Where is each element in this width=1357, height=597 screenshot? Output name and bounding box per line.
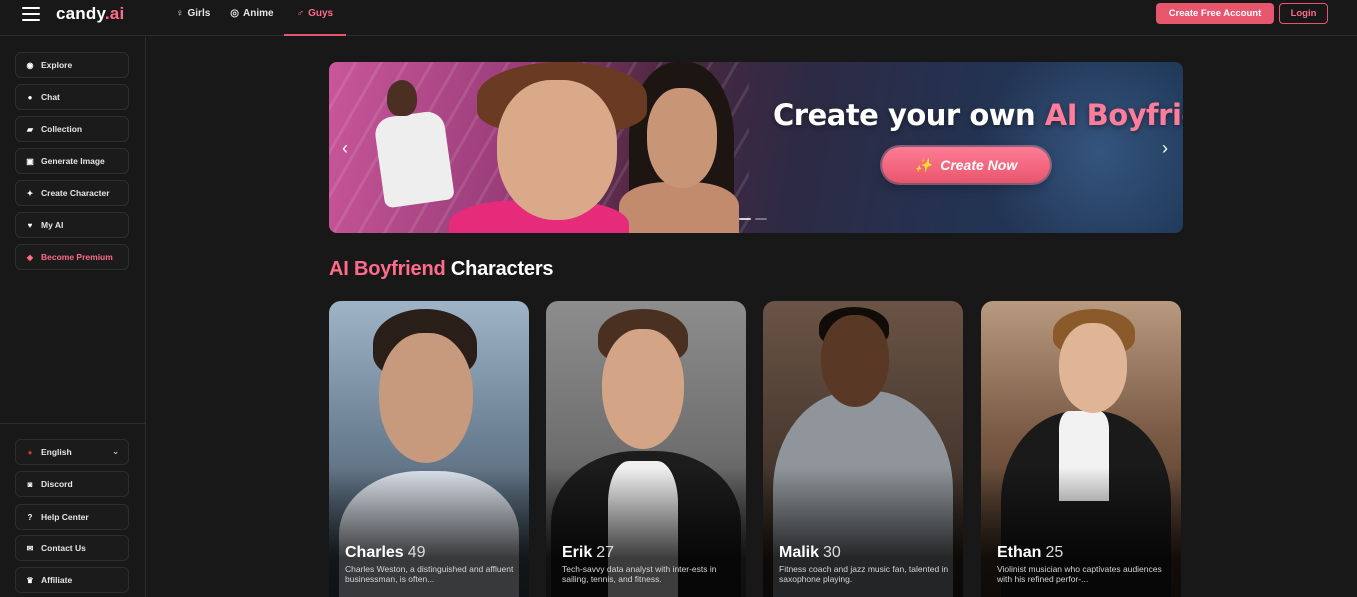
- sidebar-item-create-character[interactable]: ✦ Create Character: [15, 180, 129, 206]
- male-icon: ♂: [296, 8, 305, 19]
- card-model-face: [602, 329, 684, 449]
- language-select[interactable]: ● English ⌄: [15, 439, 129, 465]
- diamond-icon: ◆: [26, 252, 34, 262]
- sidebar-item-generate-image[interactable]: ▣ Generate Image: [15, 148, 129, 174]
- character-card-malik[interactable]: Malik 30 Fitness coach and jazz music fan…: [763, 301, 963, 597]
- tab-girls[interactable]: ♀ Girls: [166, 0, 220, 36]
- image-icon: ▣: [26, 156, 34, 166]
- sidebar-item-become-premium[interactable]: ◆ Become Premium: [15, 244, 129, 270]
- sidebar-item-discord[interactable]: ◙ Discord: [15, 471, 129, 497]
- login-button[interactable]: Login: [1279, 3, 1328, 24]
- menu-icon[interactable]: [22, 7, 40, 21]
- sidebar-divider: [0, 423, 146, 424]
- discord-icon: ◙: [27, 479, 33, 489]
- character-card-ethan[interactable]: Ethan 25 Violinist musician who captivate…: [981, 301, 1181, 597]
- anime-icon: ◎: [230, 8, 240, 19]
- contact-icon: ✉: [26, 543, 34, 553]
- logo[interactable]: candy.ai: [56, 4, 124, 24]
- create-now-button[interactable]: ✨ Create Now: [882, 147, 1050, 183]
- sidebar-item-affiliate[interactable]: ♛ Affiliate: [15, 567, 129, 593]
- banner-title: Create your own AI Boyfriend: [773, 98, 1183, 132]
- carousel-dot[interactable]: [739, 218, 751, 220]
- banner-model-head: [387, 80, 417, 116]
- flag-icon: ●: [27, 447, 33, 457]
- card-description: Charles Weston, a distinguished and affl…: [345, 564, 514, 584]
- carousel-dot[interactable]: [755, 218, 767, 220]
- create-free-account-button[interactable]: Create Free Account: [1156, 3, 1274, 24]
- sidebar-item-explore[interactable]: ◉ Explore: [15, 52, 129, 78]
- wand-icon: ✦: [26, 188, 34, 198]
- character-card-charles[interactable]: Charles 49 Charles Weston, a distinguishe…: [329, 301, 529, 597]
- chevron-down-icon: ⌄: [112, 447, 119, 456]
- carousel-next-arrow[interactable]: ›: [1157, 138, 1173, 158]
- card-model-face: [821, 315, 889, 407]
- trophy-icon: ♛: [26, 575, 34, 585]
- banner-model-face: [497, 80, 617, 220]
- banner-model-body: [619, 182, 739, 233]
- carousel-prev-arrow[interactable]: ‹: [337, 138, 353, 158]
- tab-anime[interactable]: ◎ Anime: [220, 0, 283, 36]
- card-description: Tech-savvy data analyst with inter-ests …: [562, 564, 717, 584]
- help-icon: ?: [27, 512, 33, 522]
- sidebar-item-collection[interactable]: ▰ Collection: [15, 116, 129, 142]
- card-name: Malik 30: [779, 544, 841, 561]
- tab-guys[interactable]: ♂ Guys: [283, 0, 347, 36]
- magic-wand-icon: ✨: [914, 156, 933, 173]
- sidebar-item-chat[interactable]: ● Chat: [15, 84, 129, 110]
- card-description: Fitness coach and jazz music fan, talent…: [779, 564, 949, 584]
- card-model-face: [1059, 323, 1127, 413]
- card-model-face: [379, 333, 473, 463]
- chat-icon: ●: [27, 92, 33, 102]
- top-bar: candy.ai ♀ Girls ◎ Anime ♂ Guys Create Free…: [0, 0, 1357, 36]
- card-name: Erik 27: [562, 544, 615, 561]
- character-card-erik[interactable]: Erik 27 Tech-savvy data analyst with inte…: [546, 301, 746, 597]
- female-icon: ♀: [176, 8, 184, 19]
- banner-model-body: [373, 109, 455, 209]
- card-description: Violinist musician who captivates audien…: [997, 564, 1162, 584]
- card-name: Ethan 25: [997, 544, 1064, 561]
- hero-banner[interactable]: Create your own AI Boyfriend ✨Create Now…: [329, 62, 1183, 233]
- sidebar: ◉ Explore ● Chat ▰ Collection ▣ Generate Ima…: [0, 37, 146, 597]
- card-name: Charles 49: [345, 544, 426, 561]
- heart-icon: ♥: [27, 220, 33, 230]
- banner-model-face: [647, 88, 717, 188]
- section-title: AI Boyfriend Characters: [329, 258, 554, 280]
- top-nav: ♀ Girls ◎ Anime ♂ Guys: [166, 0, 347, 36]
- compass-icon: ◉: [26, 60, 34, 70]
- sidebar-item-contact-us[interactable]: ✉ Contact Us: [15, 535, 129, 561]
- carousel-dots: [739, 218, 767, 220]
- sidebar-item-help-center[interactable]: ? Help Center: [15, 504, 129, 530]
- collection-icon: ▰: [26, 124, 34, 134]
- sidebar-item-my-ai[interactable]: ♥ My AI: [15, 212, 129, 238]
